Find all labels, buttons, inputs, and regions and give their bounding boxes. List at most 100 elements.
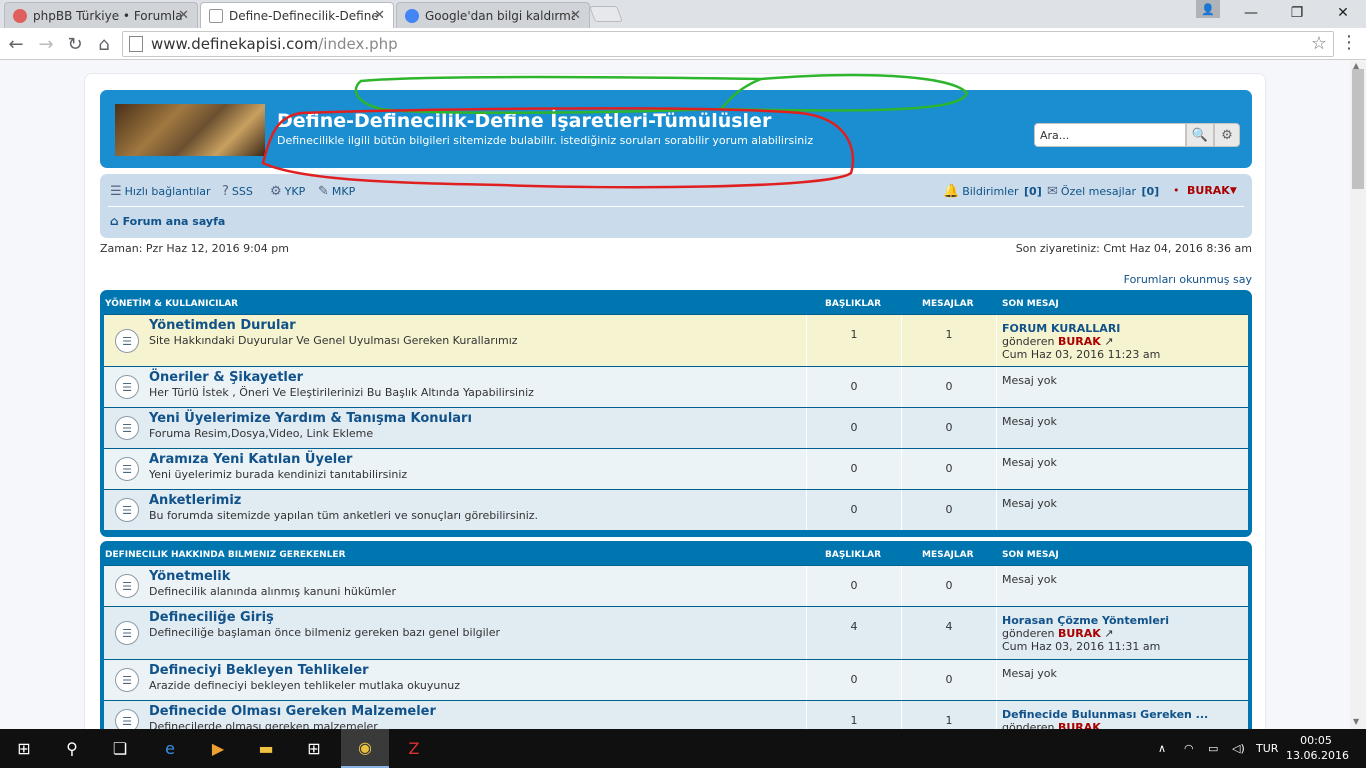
edge-browser-icon[interactable]: e [146,729,194,768]
media-player-icon[interactable]: ▶ [194,729,242,768]
quick-links-menu[interactable]: ☰ Hızlı bağlantılar [110,184,211,199]
file-explorer-icon[interactable]: ▬ [242,729,290,768]
windows-start-icon[interactable]: ⊞ [0,729,48,768]
faq-label: SSS [231,185,253,198]
mkp-link[interactable]: ✎ MKP [318,184,355,199]
scroll-thumb[interactable] [1352,69,1364,189]
last-post-author[interactable]: BURAK [1058,627,1101,640]
column-divider [996,607,997,659]
home-icon: ⌂ [110,214,119,228]
forum-title[interactable]: Definecide Olması Gereken Malzemeler [149,704,436,719]
forum-description: Her Türlü İstek , Öneri Ve Eleştirilerin… [149,386,534,399]
tab-google[interactable]: Google'dan bilgi kaldırma ✕ [396,2,590,28]
new-tab-button[interactable] [589,6,623,22]
filezilla-icon[interactable]: Z [390,729,438,768]
username: BURAK [1187,184,1230,197]
battery-icon[interactable]: ▭ [1208,729,1218,768]
forum-title[interactable]: Anketlerimiz [149,493,241,508]
forward-icon[interactable]: → [34,32,58,56]
clock-date: 13.06.2016 [1286,749,1349,762]
site-logo[interactable] [115,104,265,156]
close-tab-icon[interactable]: ✕ [374,8,385,23]
search-icon[interactable]: 🔍 [1186,123,1214,147]
address-bar[interactable]: www.definekapisi.com/index.php ☆ [122,31,1334,57]
current-time: Zaman: Pzr Haz 12, 2016 9:04 pm [100,242,289,255]
mark-forums-read-link[interactable]: Forumları okunmuş say [920,273,1252,286]
last-post-title[interactable]: Horasan Çözme Yöntemleri [1002,614,1169,627]
minimize-icon[interactable]: — [1228,0,1274,26]
taskbar-clock[interactable]: 00:05 13.06.2016 [1286,733,1349,763]
last-post-title[interactable]: Definecide Bulunması Gereken ... [1002,708,1208,721]
breadcrumb[interactable]: ⌂ Forum ana sayfa [110,214,225,228]
category-title[interactable]: YÖNETİM & KULLANICILAR [105,299,238,309]
tab-phpbb[interactable]: phpBB Türkiye • Forumlar ✕ [4,2,198,28]
task-view-icon[interactable]: ❏ [96,729,144,768]
tab-define[interactable]: Define-Definecilik-Define ✕ [200,2,394,28]
column-divider [996,490,997,530]
topics-count: 0 [850,503,858,516]
close-tab-icon[interactable]: ✕ [570,8,581,23]
column-divider [996,408,997,448]
forum-title[interactable]: Yeni Üyelerimize Yardım & Tanışma Konula… [149,411,472,426]
posts-count: 4 [945,620,953,633]
gears-icon: ⚙ [270,184,282,199]
forum-title[interactable]: Yönetmelik [149,569,230,584]
chrome-menu-icon[interactable]: ⋮ [1340,32,1358,53]
forum-title[interactable]: Aramıza Yeni Katılan Üyeler [149,452,352,467]
back-icon[interactable]: ← [4,32,28,56]
wifi-icon[interactable]: ◠ [1184,729,1194,768]
forum-row: ☰ Yönetimden Durular Site Hakkındaki Duy… [104,314,1248,366]
last-post-author[interactable]: BURAK [1058,335,1101,348]
bookmark-star-icon[interactable]: ☆ [1311,33,1327,54]
store-icon[interactable]: ⊞ [290,729,338,768]
forum-category: DEFINECILIK HAKKINDA BILMENIZ GEREKENLER… [100,541,1252,729]
last-post: Horasan Çözme Yöntemleri gönderen BURAK … [1002,614,1169,653]
volume-icon[interactable]: ◁) [1232,729,1245,768]
last-post-author[interactable]: BURAK [1058,721,1101,729]
faq-link[interactable]: ? SSS [222,184,253,199]
restore-icon[interactable]: ❐ [1274,0,1320,26]
posts-count: 0 [945,421,953,434]
forum-description: Yeni üyelerimiz burada kendinizi tanıtab… [149,468,408,481]
category-title[interactable]: DEFINECILIK HAKKINDA BILMENIZ GEREKENLER [105,550,346,560]
forum-read-icon: ☰ [115,416,139,440]
chrome-icon[interactable]: ◉ [341,729,389,768]
forum-row: ☰ Öneriler & Şikayetler Her Türlü İstek … [104,366,1248,407]
column-divider [996,660,997,700]
scroll-down-arrow-icon[interactable]: ▼ [1353,717,1359,726]
show-hidden-icons-icon[interactable]: ∧ [1158,729,1166,768]
search-input[interactable]: Ara... [1034,123,1186,147]
site-title: Define-Definecilik-Define İşaretleri-Tüm… [277,110,772,132]
forum-title[interactable]: Yönetimden Durular [149,318,296,333]
home-icon[interactable]: ⌂ [92,32,116,56]
language-indicator[interactable]: TUR [1256,729,1278,768]
forum-row: ☰ Anketlerimiz Bu forumda sitemizde yapı… [104,489,1248,530]
column-divider [996,449,997,489]
forum-read-icon: ☰ [115,457,139,481]
view-latest-post-icon[interactable]: ↗ [1104,627,1113,640]
ykp-link[interactable]: ⚙ YKP [270,184,305,199]
notifications-link[interactable]: 🔔 Bildirimler [0] [943,184,1044,199]
advanced-search-gear-icon[interactable]: ⚙ [1214,123,1240,147]
col-topics-header: BAŞLIKLAR [825,299,881,309]
private-messages-link[interactable]: ✉ Özel mesajlar [0] [1047,184,1161,199]
view-latest-post-icon[interactable]: ↗ [1104,335,1113,348]
forum-title[interactable]: Öneriler & Şikayetler [149,370,303,385]
search-icon[interactable]: ⚲ [48,729,96,768]
last-post-title[interactable]: FORUM KURALLARI [1002,322,1160,335]
forum-title[interactable]: Defineciliğe Giriş [149,610,274,625]
quick-links-label: Hızlı bağlantılar [124,185,211,198]
reload-icon[interactable]: ↻ [63,32,87,56]
forum-description: Definecilerde olması gereken malzemeler [149,720,378,729]
page-scrollbar[interactable]: ▲ ▼ [1350,61,1366,729]
forum-read-icon: ☰ [115,709,139,729]
profile-icon[interactable]: 👤 [1196,0,1220,18]
nav-separator: • [1173,184,1180,197]
pm-count: [0] [1141,185,1160,198]
pm-label: Özel mesajlar [1060,185,1136,198]
close-window-icon[interactable]: ✕ [1320,0,1366,26]
forum-title[interactable]: Defineciyi Bekleyen Tehlikeler [149,663,369,678]
user-menu[interactable]: BURAK ▼ [1187,184,1237,197]
forum-row: ☰ Defineciliğe Giriş Defineciliğe başlam… [104,606,1248,659]
close-tab-icon[interactable]: ✕ [178,8,189,23]
